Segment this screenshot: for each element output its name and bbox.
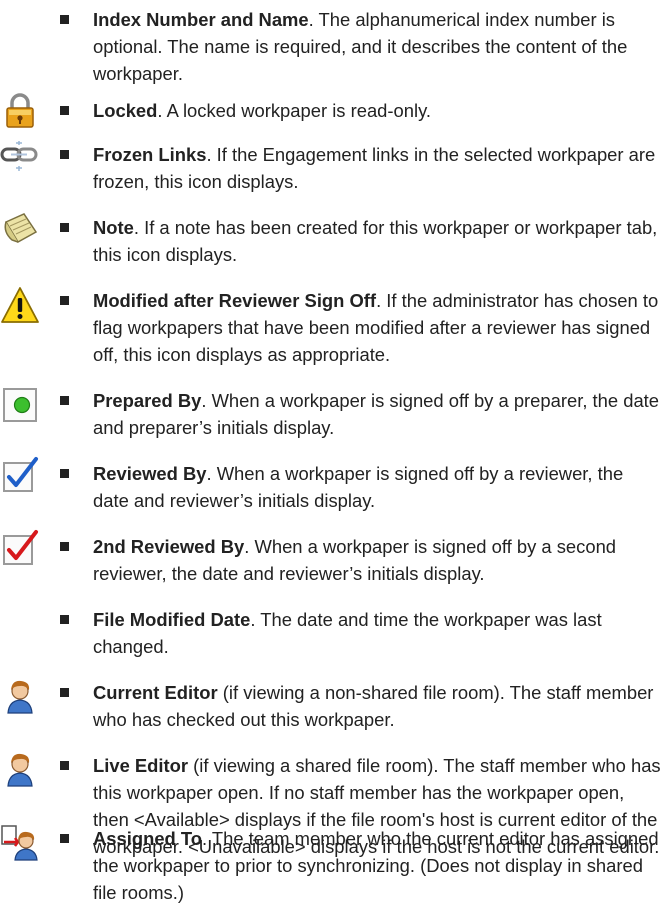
- item-term: Locked: [93, 100, 158, 121]
- item-term: Modified after Reviewer Sign Off: [93, 290, 377, 311]
- bullet: [60, 296, 69, 305]
- item-text: Frozen Links. If the Engagement links in…: [93, 141, 663, 195]
- bullet: [60, 688, 69, 697]
- frozen-link-icon: [0, 136, 40, 176]
- item-term: 2nd Reviewed By: [93, 536, 245, 557]
- bullet: [60, 761, 69, 770]
- item-term: File Modified Date: [93, 609, 251, 630]
- note-icon: [0, 210, 40, 250]
- second-review-check-icon: [0, 528, 40, 568]
- bullet: [60, 223, 69, 232]
- bullet: [60, 615, 69, 624]
- item-text: Prepared By. When a workpaper is signed …: [93, 387, 663, 441]
- item-text: Current Editor (if viewing a non-shared …: [93, 679, 663, 733]
- warning-icon: [0, 285, 40, 325]
- item-description: . A locked workpaper is read-only.: [157, 100, 432, 121]
- item-term: Assigned To: [93, 828, 202, 849]
- item-text: Index Number and Name. The alphanumerica…: [93, 6, 663, 87]
- padlock-icon: [0, 91, 40, 131]
- item-term: Index Number and Name: [93, 9, 309, 30]
- item-description: . If a note has been created for this wo…: [93, 217, 658, 265]
- item-term: Frozen Links: [93, 144, 207, 165]
- item-term: Reviewed By: [93, 463, 207, 484]
- item-term: Live Editor: [93, 755, 189, 776]
- bullet: [60, 834, 69, 843]
- bullet: [60, 150, 69, 159]
- person-icon: [0, 748, 40, 788]
- item-term: Current Editor: [93, 682, 218, 703]
- item-term: Note: [93, 217, 134, 238]
- item-text: Modified after Reviewer Sign Off. If the…: [93, 287, 663, 368]
- assigned-person-icon: [0, 822, 40, 862]
- item-term: Prepared By: [93, 390, 202, 411]
- item-text: Assigned To. The team member who the cur…: [93, 825, 663, 906]
- item-text: Note. If a note has been created for thi…: [93, 214, 663, 268]
- item-text: 2nd Reviewed By. When a workpaper is sig…: [93, 533, 663, 587]
- bullet: [60, 396, 69, 405]
- bullet: [60, 15, 69, 24]
- bullet: [60, 469, 69, 478]
- prepared-signoff-icon: [0, 385, 40, 425]
- bullet: [60, 106, 69, 115]
- item-text: Reviewed By. When a workpaper is signed …: [93, 460, 663, 514]
- person-icon: [0, 675, 40, 715]
- bullet: [60, 542, 69, 551]
- item-text: Locked. A locked workpaper is read-only.: [93, 97, 663, 124]
- item-text: File Modified Date. The date and time th…: [93, 606, 663, 660]
- reviewed-check-icon: [0, 455, 40, 495]
